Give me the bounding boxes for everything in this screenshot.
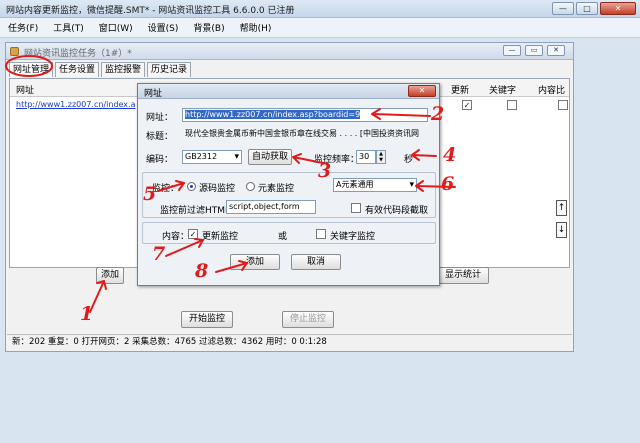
column-url[interactable]: 网址 bbox=[16, 83, 34, 96]
dialog-cancel-button[interactable]: 取消 bbox=[291, 254, 341, 270]
tab-history[interactable]: 历史记录 bbox=[147, 62, 192, 77]
frequency-unit: 秒 bbox=[404, 155, 414, 165]
tab-url-manage[interactable]: 网址管理 bbox=[9, 62, 54, 77]
annotation-5: 5 bbox=[143, 183, 157, 205]
keyword-monitor-label[interactable]: 关键字监控 bbox=[330, 229, 375, 242]
minimize-button[interactable]: — bbox=[552, 2, 574, 15]
valid-code-label[interactable]: 有效代码段截取 bbox=[365, 203, 428, 216]
menu-task[interactable]: 任务(F) bbox=[8, 21, 38, 34]
frequency-spinner[interactable]: ▲ ▼ bbox=[376, 150, 386, 164]
show-stats-button[interactable]: 显示统计 bbox=[437, 267, 489, 284]
keyword-monitor-checkbox[interactable] bbox=[316, 229, 326, 239]
filter-html-input[interactable]: script,object,form bbox=[226, 200, 316, 214]
dialog-add-button[interactable]: 添加 bbox=[230, 254, 280, 270]
move-down-icon[interactable]: ↓ bbox=[556, 222, 567, 238]
url-label: 网址： bbox=[146, 113, 174, 123]
dialog-titlebar: 网址 ✕ bbox=[138, 84, 439, 99]
column-content[interactable]: 内容比 bbox=[538, 83, 565, 96]
encoding-select[interactable]: GB2312 bbox=[182, 150, 242, 164]
update-monitor-checkbox[interactable]: ✓ bbox=[188, 229, 198, 239]
element-monitor-label[interactable]: 元素监控 bbox=[258, 181, 294, 194]
add-button[interactable]: 添加 bbox=[96, 267, 124, 284]
menubar: 任务(F) 工具(T) 窗口(W) 设置(S) 背景(B) 帮助(H) bbox=[0, 18, 640, 38]
dialog-close-button[interactable]: ✕ bbox=[408, 85, 436, 97]
task-window-title: 网站资讯监控任务（1#）* bbox=[24, 49, 132, 59]
row-keyword-checkbox[interactable] bbox=[507, 100, 517, 110]
annotation-7: 7 bbox=[152, 243, 166, 265]
filter-html-label: 监控前过滤HTML bbox=[160, 206, 231, 216]
column-keyword[interactable]: 关键字 bbox=[489, 83, 516, 96]
row-update-checkbox[interactable]: ✓ bbox=[462, 100, 472, 110]
tab-task-settings[interactable]: 任务设置 bbox=[55, 62, 100, 77]
menu-window[interactable]: 窗口(W) bbox=[99, 21, 133, 34]
or-label: 或 bbox=[278, 232, 288, 242]
content-label: 内容： bbox=[162, 232, 190, 242]
title-value: 现代全银贵金属币新中国金银币章在线交易 . . . . [中国投资资讯网 bbox=[185, 129, 420, 138]
child-close-button[interactable]: ✕ bbox=[547, 45, 565, 56]
start-monitor-button[interactable]: 开始监控 bbox=[181, 311, 233, 328]
auto-fetch-button[interactable]: 自动获取 bbox=[248, 149, 292, 165]
title-label: 标题： bbox=[146, 132, 174, 142]
tab-alarm[interactable]: 监控报警 bbox=[101, 62, 146, 77]
menu-background[interactable]: 背景(B) bbox=[193, 21, 224, 34]
annotation-2: 2 bbox=[431, 103, 445, 125]
row-content-checkbox[interactable] bbox=[558, 100, 568, 110]
annotation-3: 3 bbox=[318, 160, 332, 182]
tab-bar: 网址管理 任务设置 监控报警 历史记录 bbox=[9, 62, 192, 77]
url-input-value: http://www1.zz007.cn/index.asp?boardid=9 bbox=[185, 110, 361, 119]
menu-tools[interactable]: 工具(T) bbox=[53, 21, 84, 34]
close-button[interactable]: ✕ bbox=[600, 2, 636, 15]
encoding-label: 编码： bbox=[146, 155, 174, 165]
element-type-select[interactable]: A元素通用 bbox=[333, 178, 417, 192]
column-update[interactable]: 更新 bbox=[451, 83, 469, 96]
frequency-input[interactable]: 30 bbox=[356, 150, 376, 164]
stop-monitor-button[interactable]: 停止监控 bbox=[282, 311, 334, 328]
row-url[interactable]: http://www1.zz007.cn/index.a bbox=[16, 100, 135, 109]
window-title: 网站内容更新监控，微信提醒.SMT* - 网站资讯监控工具 6.6.0.0 已注… bbox=[6, 6, 295, 16]
annotation-1: 1 bbox=[80, 303, 94, 325]
status-bar: 新：202 重复：0 打开网页：2 采集总数：4765 过滤总数：4362 用时… bbox=[7, 334, 572, 350]
maximize-button[interactable]: □ bbox=[576, 2, 598, 15]
menu-help[interactable]: 帮助(H) bbox=[240, 21, 272, 34]
task-icon bbox=[10, 47, 19, 56]
child-minimize-button[interactable]: — bbox=[503, 45, 521, 56]
valid-code-checkbox[interactable] bbox=[351, 203, 361, 213]
source-monitor-label[interactable]: 源码监控 bbox=[199, 181, 235, 194]
url-input[interactable]: http://www1.zz007.cn/index.asp?boardid=9 bbox=[182, 108, 428, 122]
move-up-icon[interactable]: ↑ bbox=[556, 200, 567, 216]
annotation-6: 6 bbox=[441, 173, 455, 195]
task-window-titlebar: 网站资讯监控任务（1#）* — ▭ ✕ bbox=[6, 43, 573, 60]
annotation-8: 8 bbox=[195, 260, 209, 282]
menu-settings[interactable]: 设置(S) bbox=[148, 21, 179, 34]
url-dialog: 网址 ✕ 网址： http://www1.zz007.cn/index.asp?… bbox=[137, 83, 440, 286]
update-monitor-label[interactable]: 更新监控 bbox=[202, 229, 238, 242]
annotation-4: 4 bbox=[443, 144, 457, 166]
source-monitor-radio[interactable] bbox=[187, 182, 196, 191]
dialog-title: 网址 bbox=[144, 89, 163, 99]
element-monitor-radio[interactable] bbox=[246, 182, 255, 191]
window-titlebar: 网站内容更新监控，微信提醒.SMT* - 网站资讯监控工具 6.6.0.0 已注… bbox=[0, 0, 640, 18]
child-restore-button[interactable]: ▭ bbox=[525, 45, 543, 56]
